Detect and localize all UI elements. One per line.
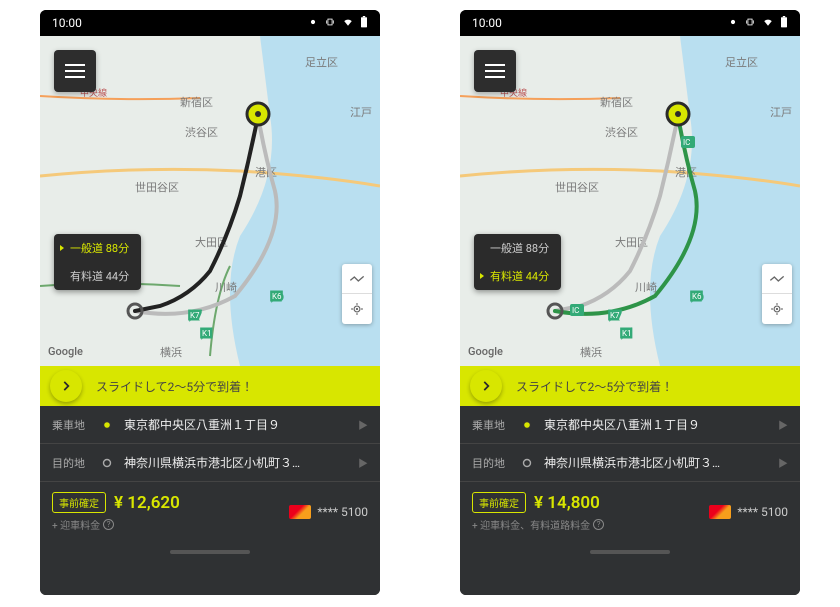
pickup-row[interactable]: 乗車地 東京都中央区八重洲１丁目９ ▶	[460, 406, 800, 444]
slide-text: スライドして2〜5分で到着！	[96, 378, 253, 395]
tab-general-road[interactable]: 一般道 88分	[54, 234, 141, 262]
chevron-right-icon: ▶	[778, 417, 788, 432]
map-controls	[762, 264, 792, 324]
location-icon	[728, 16, 738, 30]
status-time: 10:00	[52, 16, 82, 30]
wifi-icon	[762, 16, 774, 30]
destination-pin-icon	[100, 456, 114, 470]
route-style-button[interactable]	[762, 264, 792, 294]
price-note[interactable]: + 迎車料金 ?	[52, 517, 114, 532]
price-note[interactable]: + 迎車料金、有料道路料金 ?	[472, 517, 604, 532]
pickup-label: 乗車地	[472, 417, 510, 433]
price-row: 事前確定 ¥ 14,800 + 迎車料金、有料道路料金 ? **** 5100	[460, 482, 800, 542]
tab-toll-road[interactable]: 有料道 44分	[54, 262, 141, 290]
hamburger-icon	[65, 64, 85, 78]
payment-method[interactable]: **** 5100	[289, 505, 368, 519]
google-attribution: Google	[48, 345, 83, 358]
tab-toll-road[interactable]: 有料道 44分	[474, 262, 561, 290]
mastercard-icon	[709, 505, 731, 519]
svg-text:K6: K6	[692, 292, 702, 301]
destination-label: 目的地	[52, 455, 90, 471]
status-icons	[308, 16, 368, 31]
svg-text:K1: K1	[202, 329, 212, 338]
menu-button[interactable]	[474, 50, 516, 92]
fixed-fare-badge: 事前確定	[472, 492, 526, 513]
slide-to-book[interactable]: スライドして2〜5分で到着！	[460, 366, 800, 406]
status-bar: 10:00	[40, 10, 380, 36]
android-navbar	[460, 542, 800, 562]
pickup-row[interactable]: 乗車地 東京都中央区八重洲１丁目９ ▶	[40, 406, 380, 444]
vibrate-icon	[744, 16, 756, 30]
pickup-label: 乗車地	[52, 417, 90, 433]
vibrate-icon	[324, 16, 336, 30]
destination-value: 神奈川県横浜市港北区小机町３…	[124, 454, 348, 471]
svg-text:K7: K7	[610, 311, 620, 320]
status-bar: 10:00	[460, 10, 800, 36]
price: ¥ 14,800	[534, 493, 600, 513]
destination-pin-icon	[520, 456, 534, 470]
svg-text:IC: IC	[572, 306, 579, 315]
phone-right: 10:00 新宿区 渋谷区 港区 世田谷区 大田区 川崎 足立区 江戸 横浜 中…	[460, 10, 800, 595]
pickup-value: 東京都中央区八重洲１丁目９	[124, 416, 348, 433]
payment-method[interactable]: **** 5100	[709, 505, 788, 519]
help-icon[interactable]: ?	[593, 519, 604, 530]
chevron-right-icon	[59, 379, 73, 393]
slide-handle[interactable]	[470, 370, 502, 402]
route-style-button[interactable]	[342, 264, 372, 294]
card-masked: **** 5100	[317, 505, 368, 519]
mastercard-icon	[289, 505, 311, 519]
slide-handle[interactable]	[50, 370, 82, 402]
phone-left: 10:00 新宿区 渋谷区 港区 世田谷	[40, 10, 380, 595]
hamburger-icon	[485, 64, 505, 78]
tab-general-road[interactable]: 一般道 88分	[474, 234, 561, 262]
svg-text:K7: K7	[190, 311, 200, 320]
chevron-right-icon: ▶	[778, 455, 788, 470]
android-navbar	[40, 542, 380, 562]
recenter-button[interactable]	[762, 294, 792, 324]
slide-text: スライドして2〜5分で到着！	[516, 378, 673, 395]
status-time: 10:00	[472, 16, 502, 30]
svg-text:K1: K1	[622, 329, 632, 338]
bottom-sheet: スライドして2〜5分で到着！ 乗車地 東京都中央区八重洲１丁目９ ▶ 目的地 神…	[40, 366, 380, 595]
route-tabs: 一般道 88分 有料道 44分	[54, 234, 141, 290]
map[interactable]: 新宿区 渋谷区 港区 世田谷区 大田区 川崎 足立区 江戸 横浜 中央線 IC …	[460, 36, 800, 366]
destination-row[interactable]: 目的地 神奈川県横浜市港北区小机町３… ▶	[460, 444, 800, 482]
recenter-button[interactable]	[342, 294, 372, 324]
wifi-icon	[342, 16, 354, 30]
pickup-pin-icon	[100, 418, 114, 432]
battery-icon	[360, 16, 368, 31]
location-icon	[308, 16, 318, 30]
card-masked: **** 5100	[737, 505, 788, 519]
slide-to-book[interactable]: スライドして2〜5分で到着！	[40, 366, 380, 406]
map-controls	[342, 264, 372, 324]
menu-button[interactable]	[54, 50, 96, 92]
google-attribution: Google	[468, 345, 503, 358]
route-tabs: 一般道 88分 有料道 44分	[474, 234, 561, 290]
fixed-fare-badge: 事前確定	[52, 492, 106, 513]
svg-text:IC: IC	[683, 138, 690, 147]
battery-icon	[780, 16, 788, 31]
destination-row[interactable]: 目的地 神奈川県横浜市港北区小机町３… ▶	[40, 444, 380, 482]
pickup-pin-icon	[520, 418, 534, 432]
map[interactable]: 新宿区 渋谷区 港区 世田谷区 大田区 川崎 足立区 江戸 横浜 中央線 K7 …	[40, 36, 380, 366]
destination-label: 目的地	[472, 455, 510, 471]
status-icons	[728, 16, 788, 31]
svg-text:K6: K6	[272, 292, 282, 301]
pickup-value: 東京都中央区八重洲１丁目９	[544, 416, 768, 433]
chevron-right-icon: ▶	[358, 455, 368, 470]
destination-value: 神奈川県横浜市港北区小机町３…	[544, 454, 768, 471]
chevron-right-icon	[479, 379, 493, 393]
price: ¥ 12,620	[114, 493, 180, 513]
help-icon[interactable]: ?	[103, 519, 114, 530]
chevron-right-icon: ▶	[358, 417, 368, 432]
bottom-sheet: スライドして2〜5分で到着！ 乗車地 東京都中央区八重洲１丁目９ ▶ 目的地 神…	[460, 366, 800, 595]
price-row: 事前確定 ¥ 12,620 + 迎車料金 ? **** 5100	[40, 482, 380, 542]
